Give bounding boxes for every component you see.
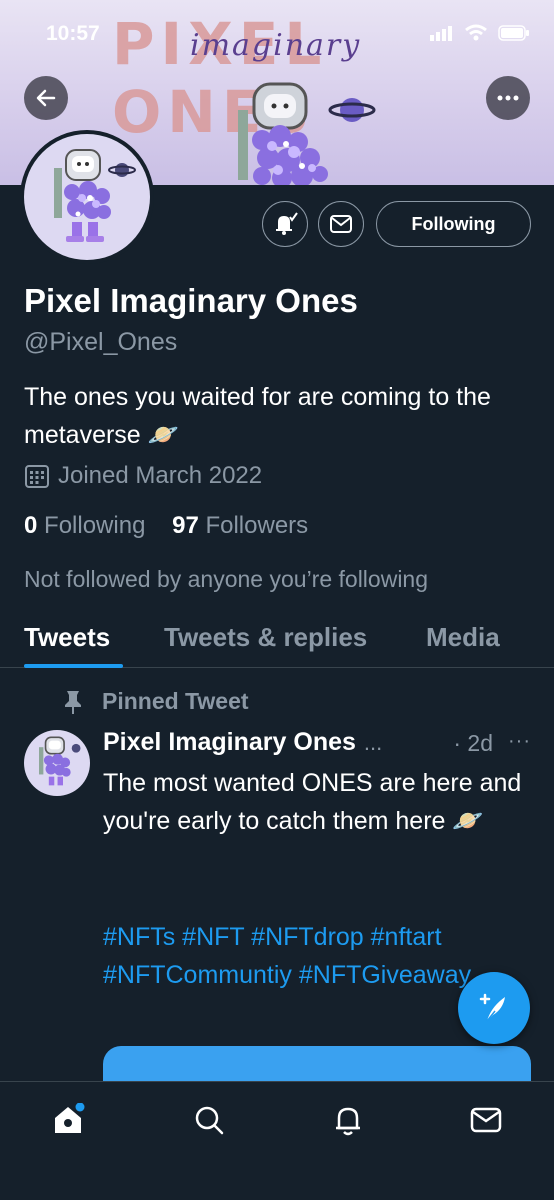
mutual-followers-note: Not followed by anyone you’re following	[24, 566, 429, 592]
tweet-timestamp[interactable]: · 2d	[453, 730, 493, 757]
active-tab-indicator	[24, 664, 123, 668]
tab-tweets[interactable]: Tweets	[24, 622, 110, 653]
wifi-icon	[465, 24, 487, 41]
search-icon	[195, 1106, 224, 1135]
status-icons	[430, 24, 530, 42]
compose-tweet-button[interactable]	[458, 972, 530, 1044]
cellular-signal-icon	[430, 26, 452, 41]
envelope-icon	[330, 215, 352, 233]
arrow-left-icon	[36, 89, 56, 107]
bottom-navigation	[0, 1081, 554, 1200]
status-time: 10:57	[46, 22, 100, 45]
astronaut-avatar-small-image	[39, 736, 81, 786]
profile-name: Pixel Imaginary Ones	[24, 282, 358, 319]
nav-home[interactable]	[48, 1100, 88, 1140]
tweet-author-avatar[interactable]	[24, 730, 90, 796]
notifications-toggle-button[interactable]	[262, 201, 308, 247]
nav-search[interactable]	[189, 1100, 229, 1140]
followers-stat[interactable]: 97 Followers	[172, 512, 308, 539]
tab-tweets-replies[interactable]: Tweets & replies	[164, 622, 367, 653]
tweet-header: Pixel Imaginary Ones ... · 2d ···	[103, 728, 533, 757]
mail-icon	[470, 1107, 502, 1133]
profile-tabs: Tweets Tweets & replies Media	[0, 610, 554, 668]
battery-icon	[498, 25, 529, 41]
joined-date: Joined March 2022	[24, 462, 262, 490]
astronaut-avatar-image	[54, 149, 136, 242]
tweet-media-card[interactable]	[103, 1046, 531, 1086]
tab-media[interactable]: Media	[426, 622, 500, 653]
astronaut-illustration	[238, 82, 376, 185]
follow-stats: 0 Following 97 Followers	[24, 512, 308, 540]
more-horizontal-icon	[497, 95, 519, 101]
more-options-button[interactable]	[486, 76, 530, 120]
profile-avatar[interactable]	[20, 130, 154, 264]
home-icon	[55, 1103, 85, 1133]
tweet-more-button[interactable]: ···	[508, 730, 531, 753]
message-button[interactable]	[318, 201, 364, 247]
pinned-tweet-label: Pinned Tweet	[60, 688, 249, 715]
back-button[interactable]	[24, 76, 68, 120]
nav-messages[interactable]	[466, 1100, 506, 1140]
profile-bio: The ones you waited for are coming to th…	[24, 383, 491, 449]
status-bar: 10:57	[0, 0, 554, 70]
following-stat[interactable]: 0 Following	[24, 512, 145, 539]
tweet-author-name[interactable]: Pixel Imaginary Ones	[103, 728, 356, 757]
tweet-body: The most wanted ONES are here and you're…	[103, 769, 522, 835]
following-button[interactable]: Following	[376, 201, 531, 247]
compose-tweet-icon	[479, 993, 505, 1022]
pin-icon	[65, 690, 81, 714]
joined-text: Joined March 2022	[58, 462, 263, 489]
bell-check-icon	[276, 212, 298, 235]
calendar-icon	[25, 465, 49, 488]
profile-handle: @Pixel_Ones	[24, 328, 178, 356]
tweet-author-truncation: ...	[363, 729, 383, 755]
bell-icon	[336, 1107, 360, 1136]
nav-notifications[interactable]	[328, 1100, 368, 1140]
